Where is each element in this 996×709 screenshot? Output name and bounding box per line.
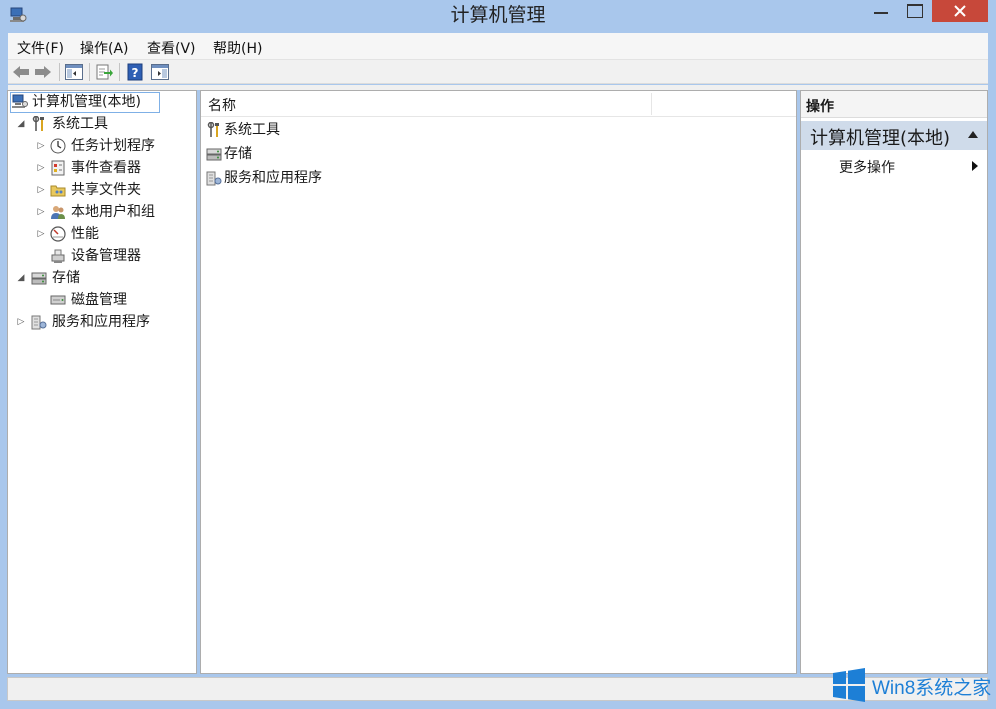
system-tools-icon: [207, 122, 219, 137]
tree-item-label: 服务和应用程序: [52, 314, 150, 330]
action-pane-title: 操作: [806, 99, 834, 115]
menu-file[interactable]: 文件(F): [17, 38, 64, 58]
storage-icon: [31, 272, 47, 285]
clock-icon: [50, 138, 66, 154]
help-icon[interactable]: ?: [126, 63, 146, 81]
tree-item-label: 磁盘管理: [71, 292, 127, 308]
column-header-name[interactable]: 名称: [208, 95, 236, 115]
shared-folder-icon: [50, 185, 66, 197]
list-item-label: 存储: [224, 146, 252, 162]
minimize-button[interactable]: [862, 0, 900, 22]
expand-arrow-icon[interactable]: ▷: [16, 312, 26, 332]
expand-arrow-icon[interactable]: ▷: [36, 180, 46, 200]
tree-item-label: 本地用户和组: [71, 204, 155, 220]
toolbar-separator: [59, 63, 60, 81]
menu-help[interactable]: 帮助(H): [213, 38, 262, 58]
toolbar-separator: [89, 63, 90, 81]
action-group-label: 计算机管理(本地): [810, 128, 951, 149]
list-header: 名称: [201, 91, 796, 117]
collapse-arrow-icon[interactable]: ◢: [16, 268, 26, 288]
toolbar-separator: [119, 63, 120, 81]
services-apps-icon: [31, 315, 47, 330]
expand-arrow-icon[interactable]: ▷: [36, 224, 46, 244]
performance-icon: [50, 226, 66, 242]
menu-action[interactable]: 操作(A): [80, 38, 129, 58]
show-hide-action-pane-icon[interactable]: [150, 63, 170, 81]
console-tree: 计算机管理(本地) ◢ 系统工具 ▷ 任务计划程序 ▷ 事件查看器 ▷ 共享文件…: [7, 90, 197, 674]
close-icon: [954, 5, 966, 17]
watermark: Win8系统之家: [832, 667, 996, 703]
results-list: 名称 系统工具 存储 服务和应用程序: [200, 90, 797, 674]
expand-arrow-icon[interactable]: ▷: [36, 158, 46, 178]
tree-item-label: 任务计划程序: [71, 138, 155, 154]
more-actions-item[interactable]: 更多操作: [839, 157, 895, 177]
menu-bar: 文件(F) 操作(A) 查看(V) 帮助(H): [8, 33, 988, 60]
expand-arrow-icon[interactable]: ▷: [36, 136, 46, 156]
storage-icon: [206, 148, 222, 161]
tree-item-label: 设备管理器: [71, 248, 141, 264]
disk-management-icon: [50, 295, 66, 305]
tree-item-label: 计算机管理(本地): [32, 94, 141, 110]
tree-item-label: 存储: [52, 270, 80, 286]
expand-arrow-icon[interactable]: ▷: [36, 202, 46, 222]
computer-management-window: 计算机管理 文件(F) 操作(A) 查看(V) 帮助(H) ? 计算机管理(本地…: [0, 0, 996, 709]
title-bar: 计算机管理: [0, 0, 996, 32]
event-viewer-icon: [51, 160, 65, 176]
device-manager-icon: [51, 249, 65, 263]
tree-item-label: 事件查看器: [71, 160, 141, 176]
watermark-text: Win8系统之家: [872, 678, 992, 699]
action-pane-header: 操作: [801, 91, 987, 118]
list-item-label: 系统工具: [224, 122, 280, 138]
tree-item-label: 系统工具: [52, 116, 108, 132]
computer-management-icon: [12, 94, 28, 108]
svg-text:?: ?: [132, 66, 139, 80]
forward-arrow-icon[interactable]: [33, 63, 53, 81]
show-hide-console-tree-icon[interactable]: [64, 63, 84, 81]
system-tools-icon: [32, 116, 44, 131]
collapse-arrow-icon[interactable]: ◢: [16, 114, 26, 134]
collapse-up-icon[interactable]: [968, 131, 978, 138]
toolbar: ?: [8, 60, 988, 84]
maximize-button[interactable]: [898, 0, 932, 22]
submenu-arrow-icon[interactable]: [972, 161, 978, 171]
services-apps-icon: [206, 171, 222, 186]
action-group-computer-management[interactable]: 计算机管理(本地): [801, 121, 987, 150]
window-title: 计算机管理: [450, 4, 546, 26]
tree-item-label: 性能: [71, 226, 99, 242]
menu-view[interactable]: 查看(V): [147, 38, 196, 58]
export-list-icon[interactable]: [94, 63, 114, 81]
windows-logo-icon: [833, 668, 865, 702]
back-arrow-icon[interactable]: [11, 63, 31, 81]
column-divider[interactable]: [651, 93, 652, 115]
list-item-label: 服务和应用程序: [224, 170, 322, 186]
close-button[interactable]: [932, 0, 988, 22]
tree-item-label: 共享文件夹: [71, 182, 141, 198]
action-pane: 操作 计算机管理(本地) 更多操作: [800, 90, 988, 674]
users-icon: [51, 206, 65, 219]
